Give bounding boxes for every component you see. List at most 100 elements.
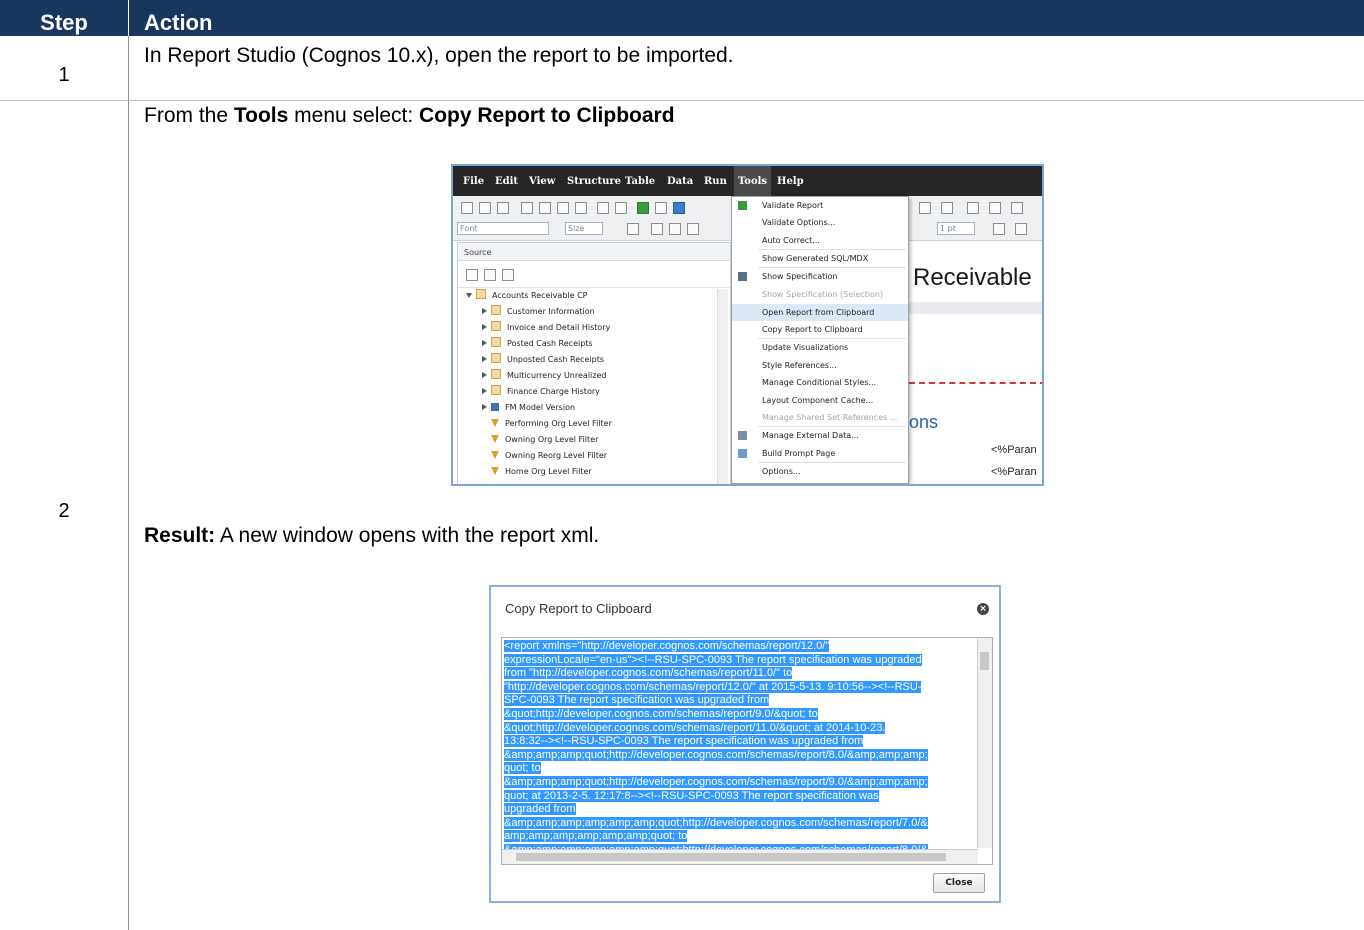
scroll-thumb[interactable] [980,652,989,670]
toolbar-tool-icon[interactable] [989,202,1001,214]
bold-icon[interactable] [651,223,663,235]
collapsed-arrow-icon[interactable] [482,372,487,378]
menu-item-open-report-from-clipboard[interactable]: Open Report from Clipboard [732,304,908,321]
menu-item-options[interactable]: Options... [732,463,908,480]
menu-item-build-prompt-page[interactable]: Build Prompt Page [732,445,908,462]
menu-item-manage-conditional-styles[interactable]: Manage Conditional Styles... [732,374,908,391]
size-field[interactable]: Size [565,222,603,235]
close-icon[interactable]: × [977,603,989,615]
canvas-param: <%Paran [991,444,1037,456]
expanded-arrow-icon[interactable] [466,293,472,298]
xml-content: <report xmlns="http://developer.cognos.c… [504,640,974,858]
vertical-scrollbar[interactable] [977,638,992,848]
font-field[interactable]: Font [457,222,549,235]
open-icon[interactable] [479,202,491,214]
table-icon [491,403,499,411]
menu-item-style-references[interactable]: Style References... [732,357,908,374]
source-scrollbar[interactable] [717,289,728,484]
xml-line: expressionLocale="en-us"><!--RSU-SPC-009… [504,653,974,668]
cut-icon[interactable] [521,202,533,214]
column-divider [128,36,129,930]
menu-structure[interactable]: Structure [567,166,621,196]
menu-item-layout-component-cache[interactable]: Layout Component Cache... [732,392,908,409]
menu-help[interactable]: Help [777,166,804,196]
undo-icon[interactable] [597,202,609,214]
tree-item[interactable]: Finance Charge History [482,385,600,399]
tree-item[interactable]: Customer Information [482,305,595,319]
redo-icon[interactable] [615,202,627,214]
tree-item[interactable]: Accounts Receivable CP [466,289,588,303]
tree-item[interactable]: FM Model Version [482,401,575,415]
source-tool-icon[interactable] [466,269,478,281]
toolbar-tool-icon[interactable] [1011,202,1023,214]
underline-icon[interactable] [687,223,699,235]
tree-item[interactable]: Owning Reorg Level Filter [491,449,607,463]
source-tool-icon[interactable] [484,269,496,281]
collapsed-arrow-icon[interactable] [482,324,487,330]
xml-line: &amp;amp;amp;quot;http://developer.cogno… [504,748,974,763]
tree-item[interactable]: Home Org Level Filter [491,465,592,479]
menu-table[interactable]: Table [625,166,655,196]
menu-item-show-specification[interactable]: Show Specification [732,268,908,285]
font-color-icon[interactable] [627,223,639,235]
tree-item[interactable]: Posted Cash Receipts [482,337,593,351]
instruction-mid: menu select: [288,104,420,127]
run-icon[interactable] [673,202,685,214]
tree-item[interactable]: Owning Org Level Filter [491,433,598,447]
menu-item-validate-options[interactable]: Validate Options... [732,214,908,231]
borders-icon[interactable] [1015,223,1027,235]
toolbar-tool-icon[interactable] [919,202,931,214]
close-button[interactable]: Close [933,873,985,893]
menu-tools[interactable]: Tools [734,166,772,196]
menu-item-manage-external-data[interactable]: Manage External Data... [732,427,908,444]
toolbar-tool-icon[interactable] [967,202,979,214]
copy-icon[interactable] [539,202,551,214]
header-action: Action [144,10,213,35]
model-icon [491,353,501,363]
collapsed-arrow-icon[interactable] [482,388,487,394]
filter-icon [491,467,499,475]
toolbar-tool-icon[interactable] [941,202,953,214]
xml-line: &amp;amp;amp;quot;http://developer.cogno… [504,775,974,790]
step-2-instruction: From the Tools menu select: Copy Report … [144,104,675,128]
step-number-1: 1 [58,64,70,86]
validate-icon[interactable] [637,202,649,214]
selected-text: expressionLocale="en-us"><!--RSU-SPC-009… [504,653,922,666]
collapsed-arrow-icon[interactable] [482,340,487,346]
tree-item[interactable]: Multicurrency Unrealized [482,369,606,383]
menu-item-copy-report-to-clipboard[interactable]: Copy Report to Clipboard [732,321,908,338]
menu-item-update-visualizations[interactable]: Update Visualizations [732,339,908,356]
collapsed-arrow-icon[interactable] [482,308,487,314]
menu-item-auto-correct[interactable]: Auto Correct... [732,232,908,249]
paste-icon[interactable] [557,202,569,214]
canvas-page-break [909,382,1042,384]
scroll-thumb[interactable] [516,853,946,861]
collapsed-arrow-icon[interactable] [482,356,487,362]
collapsed-arrow-icon[interactable] [482,404,487,410]
menu-view[interactable]: View [529,166,555,196]
menu-file[interactable]: File [463,166,484,196]
line-width-field[interactable]: 1 pt [937,222,975,235]
menu-item-show-generated-sql[interactable]: Show Generated SQL/MDX [732,250,908,267]
step-2-result: Result: A new window opens with the repo… [144,524,599,548]
tree-item[interactable]: Unposted Cash Receipts [482,353,604,367]
tree-item[interactable]: Invoice and Detail History [482,321,610,335]
horizontal-scrollbar[interactable] [502,849,978,864]
menu-run[interactable]: Run [704,166,727,196]
border-color-icon[interactable] [993,223,1005,235]
italic-icon[interactable] [669,223,681,235]
source-tool-icon[interactable] [502,269,514,281]
xml-line: upgraded from [504,803,974,817]
tree-item[interactable]: Performing Org Level Filter [491,417,612,431]
menu-item-validate-report[interactable]: Validate Report [732,197,908,214]
new-icon[interactable] [461,202,473,214]
result-label: Result: [144,524,216,547]
menu-edit[interactable]: Edit [495,166,518,196]
save-icon[interactable] [497,202,509,214]
view-data-icon[interactable] [655,202,667,214]
delete-icon[interactable] [575,202,587,214]
xml-textarea[interactable]: <report xmlns="http://developer.cognos.c… [501,637,993,865]
table-header: Step Action [0,0,1364,36]
report-studio-screenshot: File Edit View Structure Table Data Run … [451,164,1044,486]
menu-data[interactable]: Data [667,166,693,196]
